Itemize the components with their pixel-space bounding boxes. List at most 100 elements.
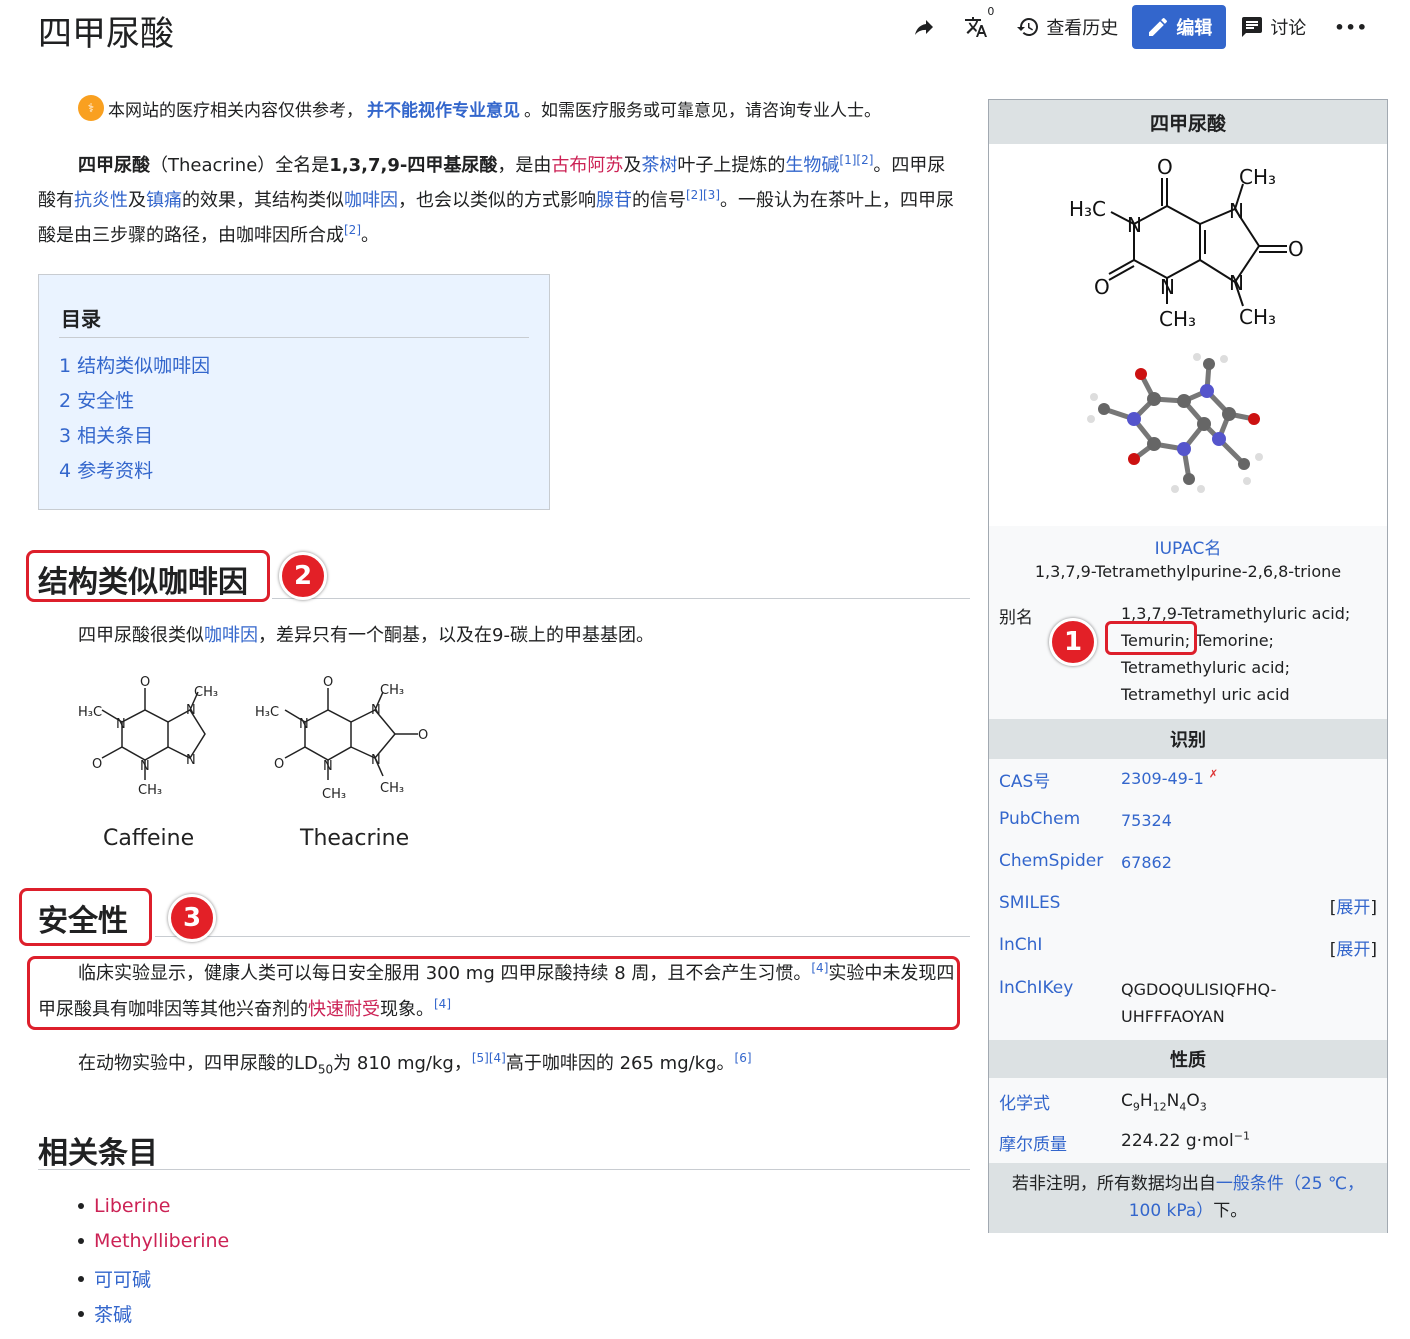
ref-link[interactable]: [6]: [735, 1051, 752, 1065]
iupac-name-link[interactable]: IUPAC名: [989, 534, 1387, 559]
cas-label-link[interactable]: CAS号: [999, 767, 1050, 792]
pencil-icon: [1149, 17, 1168, 36]
annotation-box-2: [26, 550, 270, 602]
atom-label: H₃C: [1069, 197, 1106, 221]
heading-related: 相关条目: [38, 1136, 158, 1171]
ref-link[interactable]: [1][2]: [839, 153, 873, 167]
infobox-footer: 若非注明，所有数据均出自一般条件（25 ℃，100 kPa）下。: [989, 1163, 1387, 1233]
atom-label: N: [323, 759, 333, 774]
toc-item[interactable]: 3 相关条目: [59, 421, 153, 448]
atom-label: N: [1229, 271, 1244, 295]
notice-link[interactable]: 并不能视作专业意见: [367, 96, 520, 121]
chemspider-value-link[interactable]: 67862: [1121, 849, 1172, 876]
link-theophylline[interactable]: 茶碱: [94, 1300, 132, 1327]
edit-label: 编辑: [1176, 18, 1213, 39]
link-tea-plant[interactable]: 茶树: [641, 155, 677, 176]
more-menu-button[interactable]: •••: [1320, 5, 1382, 49]
atom-label: CH₃: [380, 683, 404, 698]
history-label: 查看历史: [1046, 18, 1119, 39]
language-count-badge: 0: [987, 5, 995, 18]
talk-button[interactable]: 讨论: [1226, 5, 1320, 49]
inchikey-value: QGDOQULISIQFHQ- UHFFFAOYAN: [1121, 976, 1276, 1030]
cas-number-link[interactable]: 2309-49-1: [1121, 769, 1204, 788]
caffeine-structure-image[interactable]: O H₃C N O N CH₃ N CH₃ N: [70, 672, 230, 802]
safety-text: 在动物实验中，四甲尿酸的LD: [78, 1053, 318, 1074]
link-methylliberine[interactable]: Methylliberine: [94, 1230, 229, 1252]
intro-text: 的信号: [632, 190, 686, 211]
atom-label: CH₃: [138, 783, 162, 798]
structure-text: 四甲尿酸很类似: [78, 625, 204, 646]
language-button[interactable]: 0: [950, 5, 1002, 49]
list-item: Methylliberine: [78, 1230, 229, 1252]
inchikey-line: QGDOQULISIQFHQ-: [1121, 980, 1277, 999]
structure-paragraph: 四甲尿酸很类似咖啡因，差异只有一个酮基，以及在9-碳上的甲基基团。: [78, 618, 654, 654]
ref-link[interactable]: [2][3]: [686, 188, 720, 202]
infobox-images: O H₃C N O N CH₃ N CH₃ N CH₃ O: [989, 144, 1387, 526]
link-alkaloid[interactable]: 生物碱: [785, 155, 839, 176]
notice-text-1: 本网站的医疗相关内容仅供参考，: [108, 100, 363, 121]
atom-label: CH₃: [1159, 307, 1196, 331]
iupac-name-value: 1,3,7,9-Tetramethylpurine-2,6,8-trione: [1034, 562, 1342, 581]
intro-text: 的效果，其结构类似: [182, 190, 344, 211]
talk-label: 讨论: [1270, 18, 1307, 39]
ref-link[interactable]: [2]: [344, 223, 361, 237]
atom-label: CH₃: [380, 781, 404, 796]
link-theobromine[interactable]: 可可碱: [94, 1265, 151, 1292]
annotation-badge-2: 2: [279, 552, 327, 600]
intro-bold-fullname: 1,3,7,9-四甲基尿酸: [329, 155, 498, 176]
smiles-label-link[interactable]: SMILES: [999, 893, 1060, 913]
atom-label: CH₃: [194, 685, 218, 700]
toc-item[interactable]: 1 结构类似咖啡因: [59, 351, 210, 378]
annotation-box-safety-text: [27, 956, 960, 1030]
inchi-expand-toggle[interactable]: [展开]: [1330, 935, 1377, 960]
link-liberine[interactable]: Liberine: [94, 1195, 170, 1217]
annotation-box-1: [1105, 621, 1197, 655]
theacrine-2d-structure[interactable]: O H₃C N O N CH₃ N CH₃ N CH₃ O: [1059, 154, 1319, 334]
intro-text: 及: [623, 155, 642, 176]
chemspider-label-link[interactable]: ChemSpider: [999, 851, 1103, 871]
edit-button[interactable]: 编辑: [1132, 5, 1227, 49]
history-button[interactable]: 查看历史: [1002, 5, 1132, 49]
inchi-label-link[interactable]: InChI: [999, 935, 1042, 955]
link-anti-inflammatory[interactable]: 抗炎性: [74, 190, 128, 211]
properties-header: 性质: [989, 1040, 1387, 1078]
medical-notice-icon: ⚕: [78, 95, 104, 121]
caffeine-caption: Caffeine: [103, 826, 195, 851]
link-caffeine[interactable]: 咖啡因: [344, 190, 398, 211]
intro-bold-name: 四甲尿酸: [78, 155, 150, 176]
formula-label-link[interactable]: 化学式: [999, 1089, 1050, 1114]
pubchem-value-link[interactable]: 75324: [1121, 807, 1172, 834]
more-icon: •••: [1334, 17, 1368, 37]
atom-label: O: [1094, 275, 1110, 299]
atom-label: N: [371, 753, 381, 768]
atom-label: N: [371, 703, 381, 718]
toc-item[interactable]: 2 安全性: [59, 386, 134, 413]
intro-text: 叶子上提炼的: [677, 155, 786, 176]
link-caffeine[interactable]: 咖啡因: [204, 625, 258, 646]
atom-label: O: [92, 757, 102, 772]
alias-line: Tetramethyluric acid;: [1121, 658, 1290, 677]
theacrine-3d-model[interactable]: [1079, 349, 1294, 509]
toc-title: 目录: [61, 307, 101, 331]
intro-text: （Theacrine）全名是: [150, 155, 330, 176]
list-item: 可可碱: [78, 1265, 151, 1292]
page-title: 四甲尿酸: [38, 14, 174, 54]
expand-text: 展开: [1336, 940, 1371, 960]
share-button[interactable]: [898, 5, 950, 49]
link-cupuacu[interactable]: 古布阿苏: [551, 155, 623, 176]
intro-text: 及: [128, 190, 146, 211]
atom-label: O: [1157, 155, 1173, 179]
atom-label: O: [274, 757, 284, 772]
theacrine-structure-image[interactable]: O H₃C N O N CH₃ N CH₃ N O CH₃: [250, 672, 440, 807]
pubchem-label-link[interactable]: PubChem: [999, 809, 1080, 829]
infobox-title: 四甲尿酸: [989, 100, 1387, 144]
link-adenosine[interactable]: 腺苷: [596, 190, 632, 211]
smiles-expand-toggle[interactable]: [展开]: [1330, 893, 1377, 918]
intro-text: ，也会以类似的方式影响: [398, 190, 596, 211]
safety-text: 高于咖啡因的 265 mg/kg。: [505, 1053, 735, 1074]
molar-mass-label-link[interactable]: 摩尔质量: [999, 1130, 1067, 1155]
ref-link[interactable]: [5][4]: [472, 1051, 506, 1065]
link-analgesic[interactable]: 镇痛: [146, 190, 182, 211]
inchikey-label-link[interactable]: InChIKey: [999, 978, 1073, 998]
toc-item[interactable]: 4 参考资料: [59, 456, 153, 483]
